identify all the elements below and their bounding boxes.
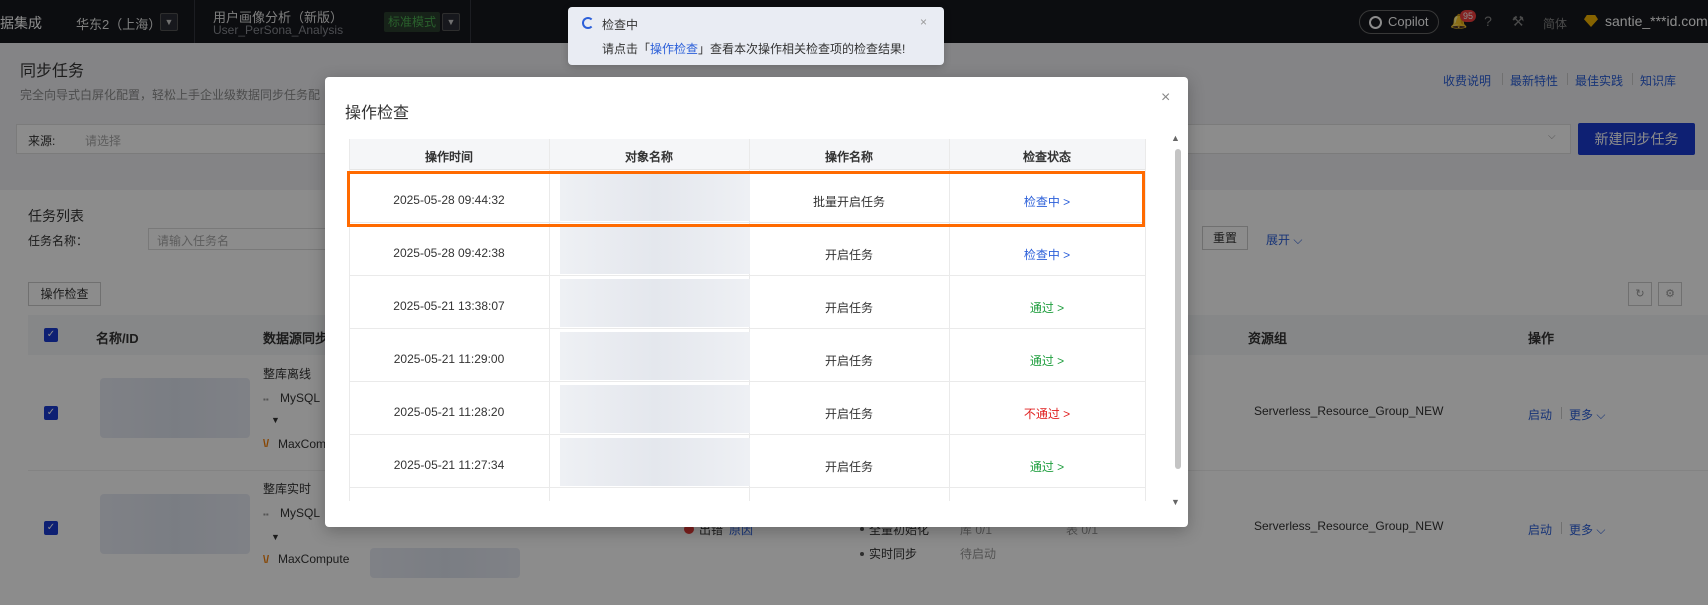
scroll-up-icon[interactable]: ▲: [1171, 133, 1180, 143]
toast-message: 请点击「操作检查」查看本次操作相关检查项的检查结果!: [602, 42, 906, 56]
op-name: 开启任务: [824, 301, 873, 315]
toast-notification: 检查中 请点击「操作检查」查看本次操作相关检查项的检查结果! ×: [568, 7, 944, 65]
op-time: 2025-05-21 11:28:20: [393, 405, 505, 419]
blurred-object-name: [560, 385, 750, 433]
op-name: 开启任务: [824, 354, 873, 368]
check-status-link[interactable]: 不通过 >: [949, 405, 1145, 422]
scroll-down-icon[interactable]: ▼: [1171, 497, 1180, 507]
blurred-object-name: [560, 332, 750, 380]
check-status-link[interactable]: 通过 >: [949, 352, 1145, 369]
close-icon[interactable]: ×: [1161, 89, 1170, 107]
highlight-box: [347, 171, 1145, 227]
modal-title: 操作检查: [345, 105, 410, 122]
col-object-name: 对象名称: [624, 150, 673, 164]
toast-title: 检查中: [602, 18, 639, 32]
op-check-modal: 操作检查 × 操作时间 对象名称 操作名称 检查状态 2025-05-28 09…: [325, 77, 1188, 527]
op-time: 2025-05-21 11:27:34: [393, 458, 505, 472]
op-name: 开启任务: [824, 407, 873, 421]
close-icon[interactable]: ×: [920, 15, 927, 29]
check-status-link[interactable]: 检查中 >: [949, 246, 1145, 263]
col-op-time: 操作时间: [424, 150, 473, 164]
op-time: 2025-05-21 11:29:00: [393, 352, 505, 366]
col-check-status: 检查状态: [1022, 150, 1071, 164]
toast-op-check-link[interactable]: 操作检查: [650, 42, 698, 56]
op-name: 开启任务: [824, 248, 873, 262]
loading-spinner-icon: [582, 17, 594, 29]
blurred-object-name: [560, 438, 750, 486]
check-status-link[interactable]: 通过 >: [949, 299, 1145, 316]
col-op-name: 操作名称: [824, 150, 873, 164]
blurred-object-name: [560, 226, 750, 274]
op-name: 开启任务: [824, 460, 873, 474]
op-time: 2025-05-28 09:42:38: [393, 246, 505, 260]
check-status-link[interactable]: 通过 >: [949, 458, 1145, 475]
scrollbar-thumb[interactable]: [1175, 149, 1181, 469]
blurred-object-name: [560, 279, 750, 327]
op-time: 2025-05-21 13:38:07: [393, 299, 505, 313]
col-divider: [1145, 139, 1146, 501]
